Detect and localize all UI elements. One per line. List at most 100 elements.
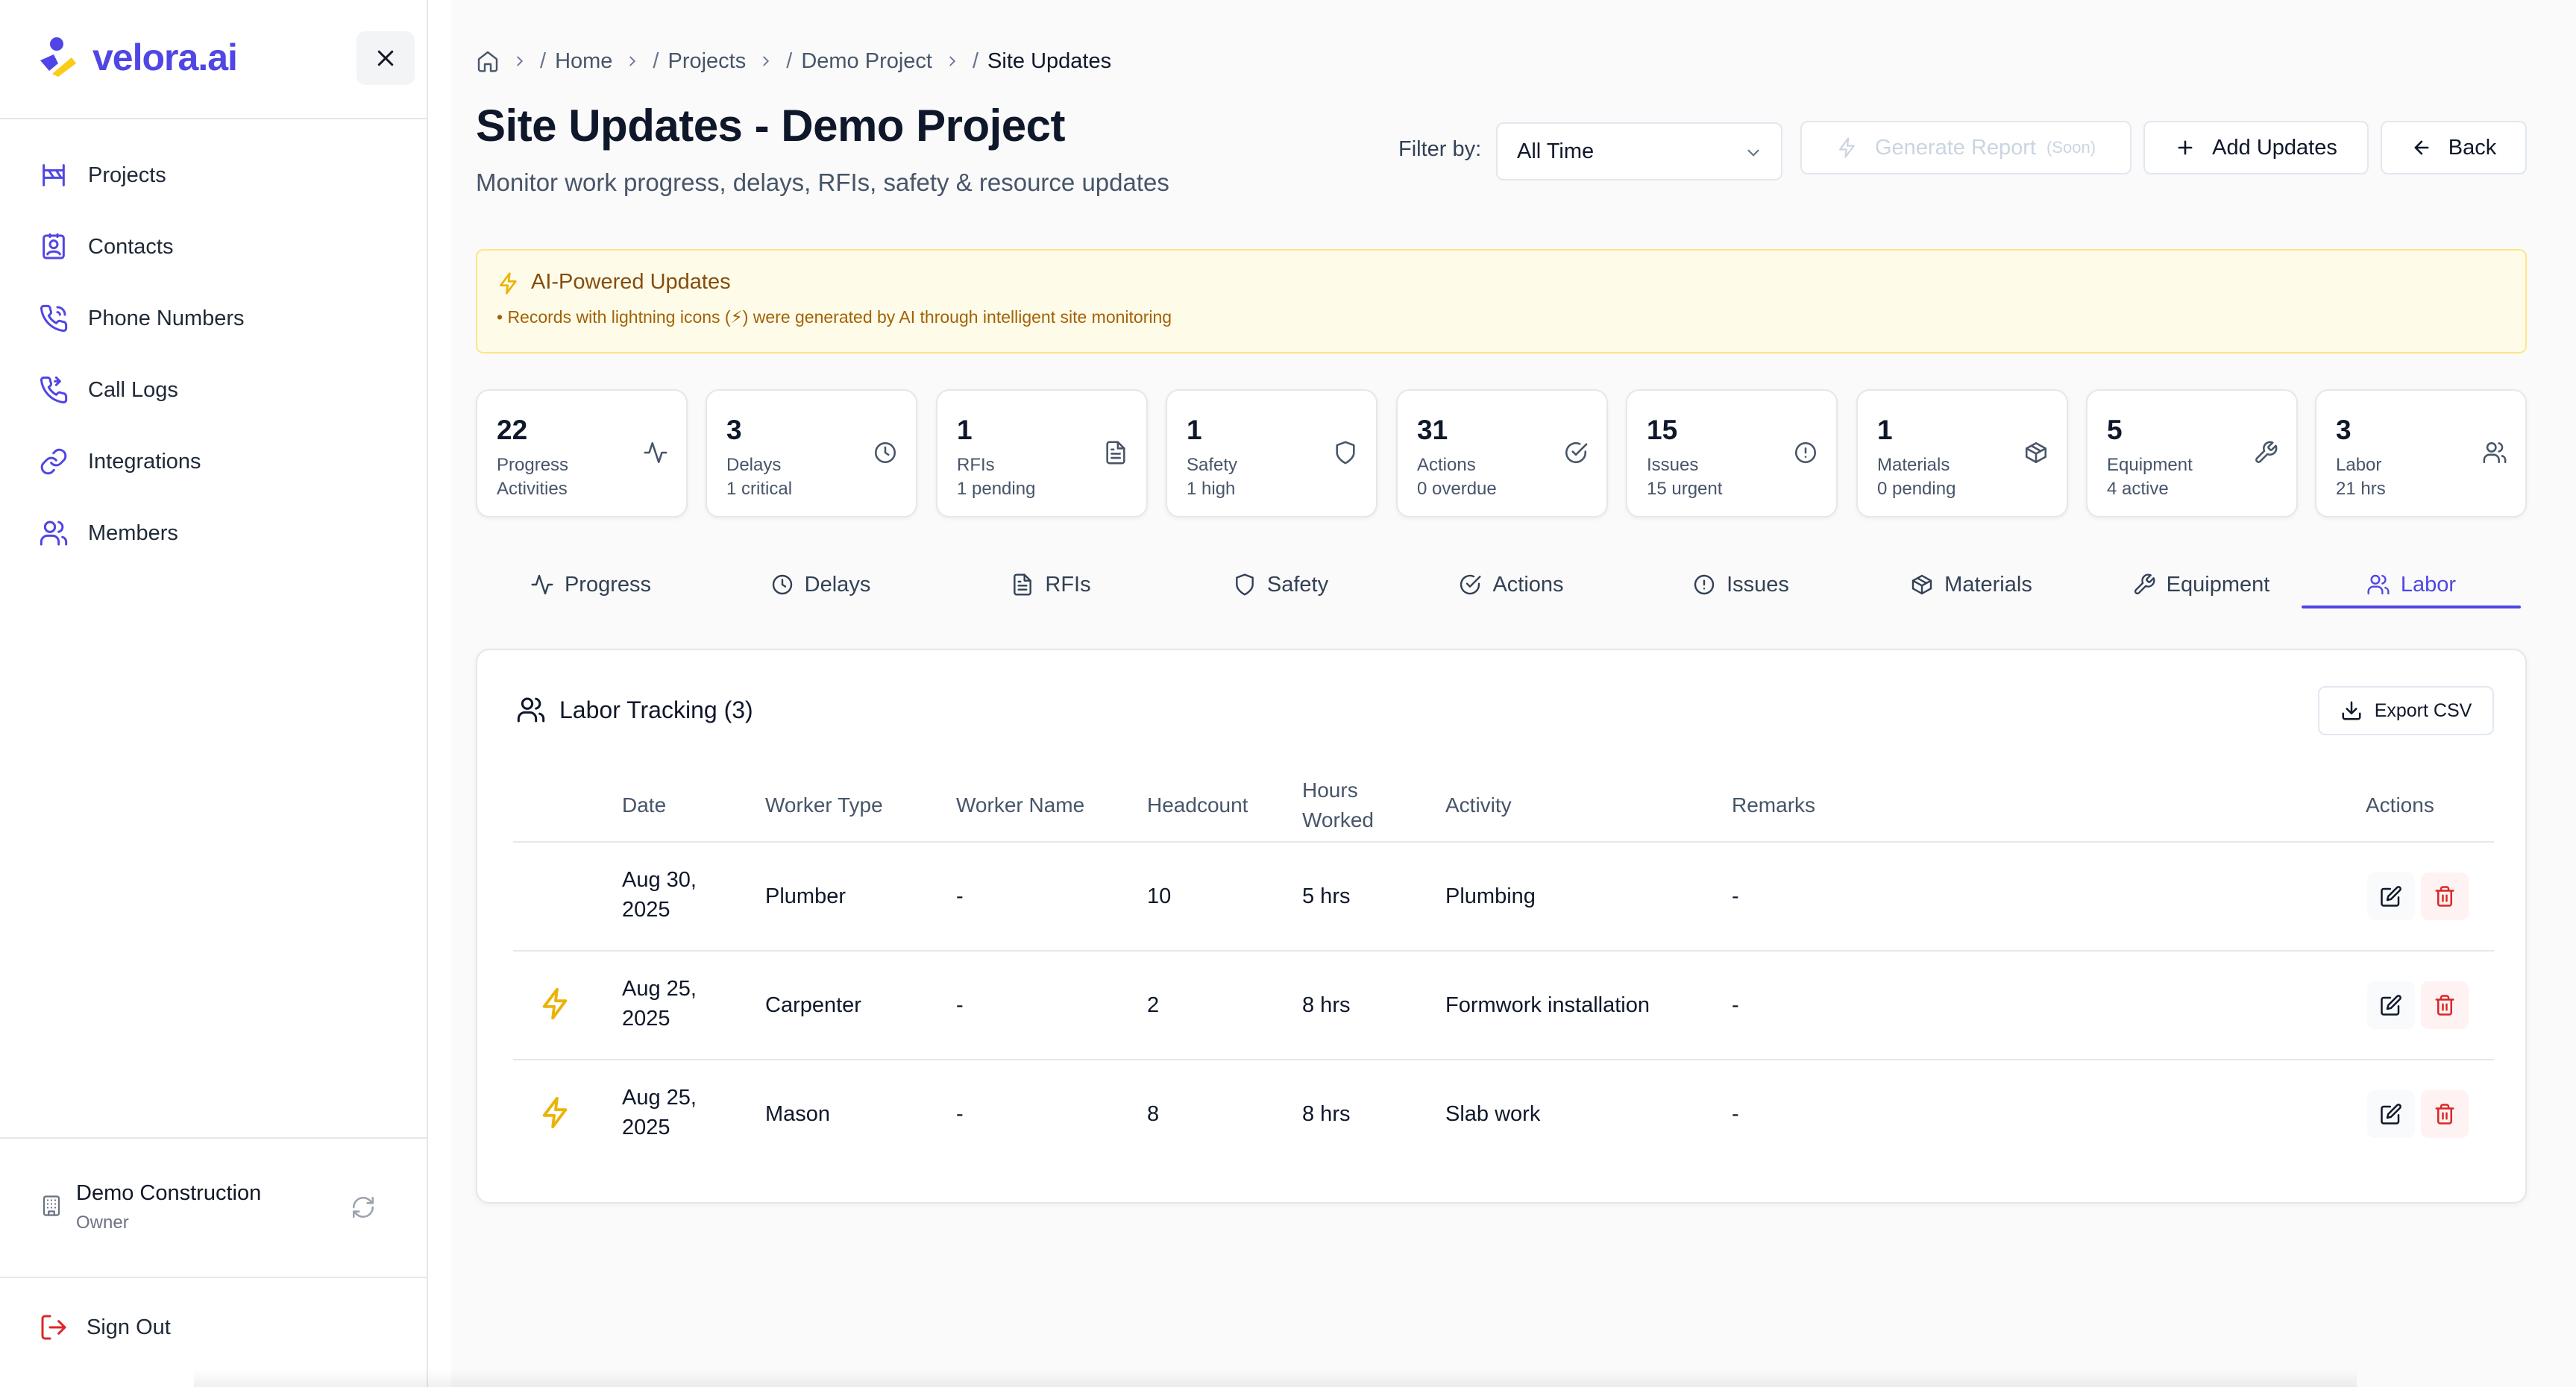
column-header-hours[interactable]: Hours Worked xyxy=(1302,776,1374,835)
refresh-icon[interactable] xyxy=(351,1195,376,1220)
generate-report-label: Generate Report xyxy=(1874,135,2036,160)
tab-delays[interactable]: Delays xyxy=(706,561,935,608)
time-filter-select[interactable]: All Time xyxy=(1496,122,1782,180)
chevron-right-icon xyxy=(624,53,641,69)
alert-circle-icon xyxy=(1794,441,1817,464)
divider xyxy=(0,1277,427,1278)
chevron-right-icon xyxy=(512,53,528,69)
soon-badge: (Soon) xyxy=(2046,138,2096,157)
tab-issues[interactable]: Issues xyxy=(1626,561,1856,608)
sidebar-item-label: Projects xyxy=(88,163,166,187)
stat-card-issues[interactable]: 15 Issues 15 urgent xyxy=(1626,389,1838,518)
row-date-line1: Aug 30, xyxy=(622,868,697,892)
breadcrumb-current: Site Updates xyxy=(987,48,1112,73)
labor-tracking-card: Labor Tracking (3) Export CSV Date Worke… xyxy=(476,649,2527,1204)
clock-icon xyxy=(874,441,896,464)
sign-out-button[interactable]: Sign Out xyxy=(39,1312,171,1342)
stat-card-delays[interactable]: 3 Delays 1 critical xyxy=(706,389,917,518)
sidebar-item-contacts[interactable]: Contacts xyxy=(36,221,394,273)
breadcrumb-home[interactable]: Home xyxy=(555,49,612,74)
download-icon xyxy=(2342,701,2361,720)
row-date: Aug 25, 2025 xyxy=(622,974,697,1034)
sidebar-item-projects[interactable]: Projects xyxy=(36,149,394,201)
sidebar-item-members[interactable]: Members xyxy=(36,507,394,559)
breadcrumb-demo-project[interactable]: Demo Project xyxy=(801,49,932,74)
stat-card-safety[interactable]: 1 Safety 1 high xyxy=(1166,389,1377,518)
row-activity: Plumbing xyxy=(1445,884,1536,908)
stat-card-progress[interactable]: 22 Progress Activities xyxy=(476,389,688,518)
stat-card-labor[interactable]: 3 Labor 21 hrs xyxy=(2315,389,2527,518)
column-header-activity[interactable]: Activity xyxy=(1445,790,1512,820)
activity-icon xyxy=(531,574,553,595)
add-updates-label: Add Updates xyxy=(2212,135,2337,160)
stat-value: 31 xyxy=(1417,415,1448,445)
edit-button[interactable] xyxy=(2367,1090,2415,1138)
ai-banner-title: AI-Powered Updates xyxy=(531,270,731,294)
page-subtitle: Monitor work progress, delays, RFIs, saf… xyxy=(476,169,1169,196)
delete-button[interactable] xyxy=(2421,981,2469,1029)
row-remarks: - xyxy=(1732,993,1739,1017)
sidebar-item-phone-numbers[interactable]: Phone Numbers xyxy=(36,292,394,345)
home-icon[interactable] xyxy=(476,49,500,73)
check-circle-icon xyxy=(1460,574,1481,595)
close-sidebar-button[interactable] xyxy=(356,31,415,85)
row-worker-type: Mason xyxy=(765,1102,831,1126)
trash-icon xyxy=(2435,995,2454,1016)
logo-text: velora.ai xyxy=(92,37,238,78)
edit-button[interactable] xyxy=(2367,872,2415,920)
org-name: Demo Construction xyxy=(76,1181,262,1205)
contact-card-icon xyxy=(36,229,72,265)
export-csv-button[interactable]: Export CSV xyxy=(2318,686,2494,735)
table-row: Aug 25, 2025 Mason - 8 8 hrs Slab work - xyxy=(477,1060,2528,1169)
logo[interactable]: velora.ai xyxy=(36,31,238,84)
stat-card-rfis[interactable]: 1 RFIs 1 pending xyxy=(936,389,1148,518)
row-headcount: 10 xyxy=(1147,884,1172,908)
sidebar-item-integrations[interactable]: Integrations xyxy=(36,435,394,488)
page-title: Site Updates - Demo Project xyxy=(476,101,1066,151)
stat-sub: 1 high xyxy=(1187,479,1236,499)
stat-value: 22 xyxy=(497,415,528,445)
sidebar-item-label: Contacts xyxy=(88,234,174,259)
stat-value: 3 xyxy=(2336,415,2352,445)
trash-icon xyxy=(2435,1104,2454,1125)
column-header-worker-name[interactable]: Worker Name xyxy=(956,790,1084,820)
sidebar-item-call-logs[interactable]: Call Logs xyxy=(36,364,394,416)
row-activity: Slab work xyxy=(1445,1102,1541,1126)
tab-materials[interactable]: Materials xyxy=(1856,561,2086,608)
stat-card-materials[interactable]: 1 Materials 0 pending xyxy=(1856,389,2068,518)
delete-button[interactable] xyxy=(2421,1090,2469,1138)
labor-title-text: Labor Tracking (3) xyxy=(559,696,753,723)
column-header-remarks[interactable]: Remarks xyxy=(1732,790,1815,820)
tab-progress[interactable]: Progress xyxy=(476,561,706,608)
delete-button[interactable] xyxy=(2421,872,2469,920)
org-switcher[interactable]: Demo Construction Owner xyxy=(39,1178,397,1238)
add-updates-button[interactable]: Add Updates xyxy=(2143,121,2369,174)
tab-label: Progress xyxy=(564,572,652,597)
back-button[interactable]: Back xyxy=(2381,121,2527,174)
stat-card-equipment[interactable]: 5 Equipment 4 active xyxy=(2086,389,2298,518)
edit-icon xyxy=(2381,1104,2401,1125)
users-icon xyxy=(2483,441,2507,464)
column-header-headcount[interactable]: Headcount xyxy=(1147,790,1248,820)
row-worker-name: - xyxy=(956,1102,964,1126)
column-header-date[interactable]: Date xyxy=(622,790,666,820)
signpost-icon xyxy=(36,157,72,193)
stat-card-actions[interactable]: 31 Actions 0 overdue xyxy=(1396,389,1608,518)
breadcrumb-projects[interactable]: Projects xyxy=(667,49,746,74)
alert-circle-icon xyxy=(1694,574,1715,595)
tab-rfis[interactable]: RFIs xyxy=(936,561,1166,608)
chevron-down-icon xyxy=(1747,149,1759,157)
tab-labor[interactable]: Labor xyxy=(2302,561,2521,608)
stat-label: Actions xyxy=(1417,455,1476,475)
tab-safety[interactable]: Safety xyxy=(1166,561,1395,608)
column-header-hours-line1: Hours xyxy=(1302,779,1358,802)
edit-button[interactable] xyxy=(2367,981,2415,1029)
column-header-worker-type[interactable]: Worker Type xyxy=(765,790,883,820)
package-icon xyxy=(2025,441,2047,464)
tab-actions[interactable]: Actions xyxy=(1396,561,1626,608)
stat-value: 1 xyxy=(1877,415,1893,445)
tab-label: Labor xyxy=(2400,572,2457,597)
generate-report-button[interactable]: Generate Report (Soon) xyxy=(1800,121,2132,174)
breadcrumb: / Home / Projects / Demo Project / Site … xyxy=(476,45,1111,78)
tab-equipment[interactable]: Equipment xyxy=(2086,561,2316,608)
